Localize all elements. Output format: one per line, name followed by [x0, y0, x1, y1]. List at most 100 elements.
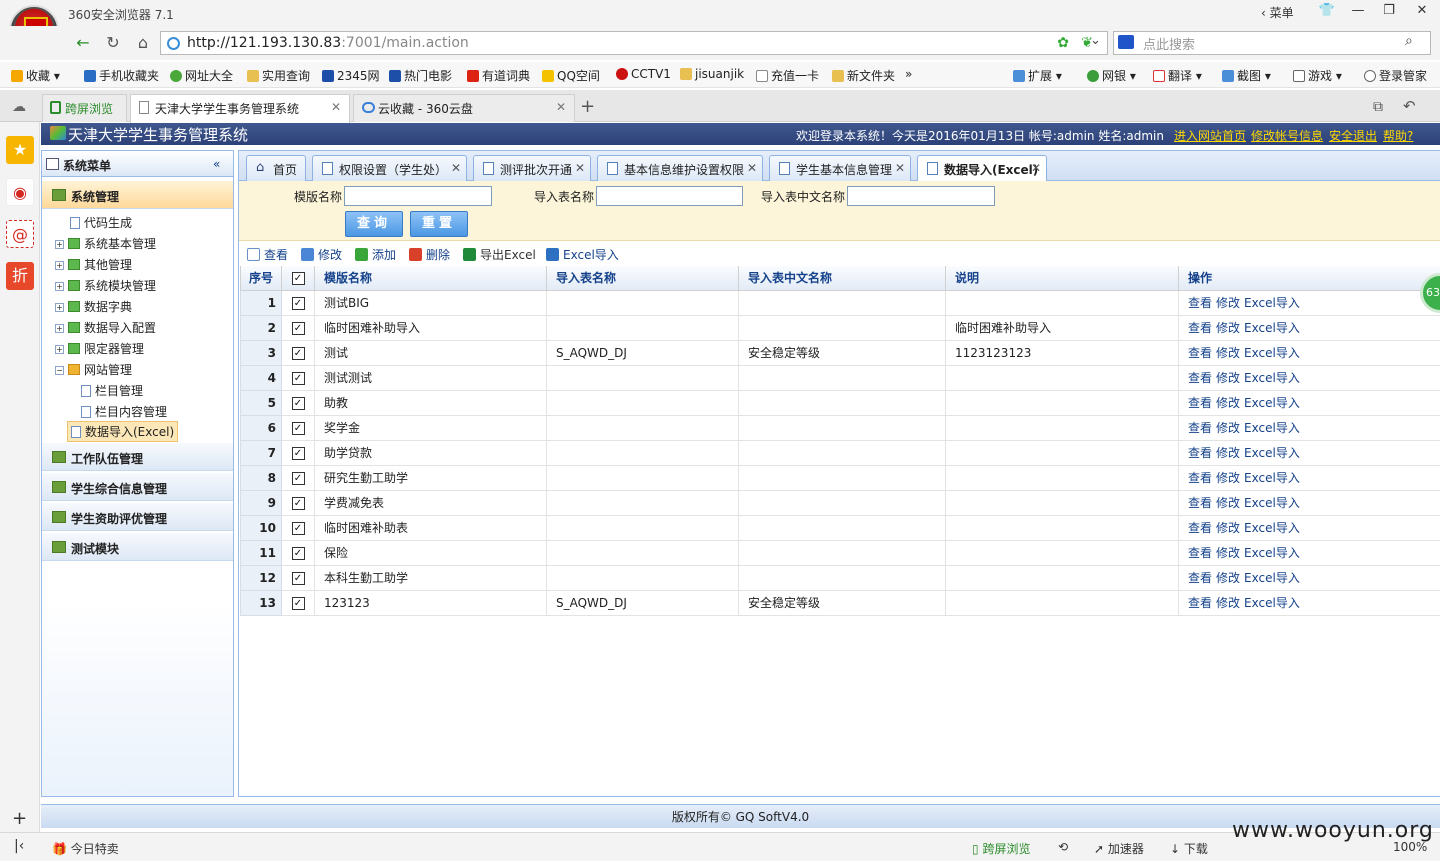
close-tab-icon[interactable]: ✕	[331, 100, 341, 114]
row-import-link[interactable]: Excel导入	[1244, 296, 1300, 310]
row-select-cell[interactable]: ✓	[281, 389, 315, 416]
tree-item-column-content[interactable]: 栏目内容管理	[81, 403, 167, 420]
row-select-cell[interactable]: ✓	[281, 589, 315, 616]
edit-button[interactable]: 修改	[301, 246, 342, 263]
cloud-icon[interactable]: ☁	[12, 99, 26, 115]
row-view-link[interactable]: 查看	[1188, 571, 1212, 585]
discount-icon[interactable]: 折	[6, 262, 34, 290]
ext-translate[interactable]: 翻译 ▾	[1153, 67, 1202, 84]
search-icon[interactable]: ⌕	[1405, 33, 1413, 49]
row-select-cell[interactable]: ✓	[281, 289, 315, 316]
row-import-link[interactable]: Excel导入	[1244, 471, 1300, 485]
row-edit-link[interactable]: 修改	[1216, 396, 1240, 410]
close-tab-icon[interactable]: ✕	[747, 161, 757, 175]
export-excel-button[interactable]: 导出Excel	[463, 246, 536, 263]
fav-query[interactable]: 实用查询	[247, 67, 310, 84]
tab-list-icon[interactable]: ⧉	[1373, 99, 1383, 115]
fav-qzone[interactable]: QQ空间	[542, 67, 600, 84]
table-row[interactable]: 3 ✓ 测试 S_AQWD_DJ 安全稳定等级 1123123123 查看 修改 Excel导入	[240, 339, 1440, 366]
row-checkbox[interactable]: ✓	[291, 572, 305, 585]
col-table-cn-name[interactable]: 导入表中文名称	[738, 266, 946, 291]
ext-bank[interactable]: 网银 ▾	[1087, 67, 1136, 84]
today-deals[interactable]: 🎁 今日特卖	[52, 840, 119, 857]
fav-collect[interactable]: 收藏 ▾	[11, 67, 60, 84]
collapse-icon[interactable]: −	[55, 366, 64, 375]
close-tab-icon[interactable]: ✕	[575, 161, 585, 175]
section-system-management[interactable]: 系统管理	[42, 181, 233, 209]
row-select-cell[interactable]: ✓	[281, 564, 315, 591]
fav-mobile[interactable]: 手机收藏夹	[84, 67, 159, 84]
compat-mode-icon[interactable]: ✿	[1057, 32, 1069, 54]
row-import-link[interactable]: Excel导入	[1244, 521, 1300, 535]
tree-item-basic[interactable]: + 系统基本管理	[55, 235, 156, 252]
fav-youdao[interactable]: 有道词典	[467, 67, 530, 84]
import-excel-button[interactable]: Excel导入	[546, 246, 619, 263]
row-edit-link[interactable]: 修改	[1216, 571, 1240, 585]
row-checkbox[interactable]: ✓	[291, 597, 305, 610]
row-edit-link[interactable]: 修改	[1216, 296, 1240, 310]
row-select-cell[interactable]: ✓	[281, 464, 315, 491]
expand-icon[interactable]: +	[55, 324, 64, 333]
expand-icon[interactable]: +	[55, 282, 64, 291]
table-row[interactable]: 2 ✓ 临时困难补助导入 临时困难补助导入 查看 修改 Excel导入	[240, 314, 1440, 341]
maximize-icon[interactable]: ❐	[1372, 0, 1406, 22]
row-view-link[interactable]: 查看	[1188, 321, 1212, 335]
tree-item-excel-import[interactable]: 数据导入(Excel)	[67, 421, 179, 442]
row-edit-link[interactable]: 修改	[1216, 596, 1240, 610]
row-edit-link[interactable]: 修改	[1216, 421, 1240, 435]
fav-folder-jisuanjik[interactable]: jisuanjik	[680, 67, 744, 81]
row-edit-link[interactable]: 修改	[1216, 346, 1240, 360]
table-row[interactable]: 4 ✓ 测试测试 查看 修改 Excel导入	[240, 364, 1440, 391]
ctab-evaluation-batch[interactable]: 测评批次开通 ✕	[473, 155, 591, 181]
row-checkbox[interactable]: ✓	[291, 522, 305, 535]
row-view-link[interactable]: 查看	[1188, 346, 1212, 360]
row-checkbox[interactable]: ✓	[291, 472, 305, 485]
delete-button[interactable]: 删除	[409, 246, 450, 263]
section-test-module[interactable]: 测试模块	[42, 533, 233, 561]
row-edit-link[interactable]: 修改	[1216, 371, 1240, 385]
row-import-link[interactable]: Excel导入	[1244, 371, 1300, 385]
status-refresh-icon[interactable]: ⟲	[1058, 840, 1068, 854]
table-row[interactable]: 8 ✓ 研究生勤工助学 查看 修改 Excel导入	[240, 464, 1440, 491]
table-name-input[interactable]	[596, 186, 743, 206]
expand-icon[interactable]: +	[55, 261, 64, 270]
table-row[interactable]: 6 ✓ 奖学金 查看 修改 Excel导入	[240, 414, 1440, 441]
row-edit-link[interactable]: 修改	[1216, 521, 1240, 535]
row-checkbox[interactable]: ✓	[291, 297, 305, 310]
row-view-link[interactable]: 查看	[1188, 521, 1212, 535]
row-view-link[interactable]: 查看	[1188, 396, 1212, 410]
ctab-basic-info-permissions[interactable]: 基本信息维护设置权限 ✕	[597, 155, 763, 181]
row-select-cell[interactable]: ✓	[281, 514, 315, 541]
row-select-cell[interactable]: ✓	[281, 339, 315, 366]
table-row[interactable]: 7 ✓ 助学贷款 查看 修改 Excel导入	[240, 439, 1440, 466]
logout-link[interactable]: 安全退出	[1329, 127, 1377, 144]
mail-icon[interactable]: @	[6, 220, 34, 248]
tree-item-modules[interactable]: + 系统模块管理	[55, 277, 156, 294]
browser-menu-button[interactable]: ‹ 菜单	[1261, 4, 1294, 21]
tab-cloud-drive[interactable]: 云收藏 - 360云盘 ✕	[353, 94, 575, 122]
skin-icon[interactable]: 👕	[1310, 0, 1344, 22]
undo-close-icon[interactable]: ↶	[1403, 97, 1416, 115]
template-name-input[interactable]	[344, 186, 492, 206]
row-checkbox[interactable]: ✓	[291, 322, 305, 335]
tab-cross-screen[interactable]: 跨屏浏览	[42, 94, 127, 122]
tree-item-code-gen[interactable]: 代码生成	[70, 214, 132, 231]
row-select-cell[interactable]: ✓	[281, 414, 315, 441]
row-import-link[interactable]: Excel导入	[1244, 596, 1300, 610]
select-all-checkbox[interactable]: ✓	[291, 272, 305, 286]
expand-icon[interactable]: +	[55, 303, 64, 312]
minimize-icon[interactable]: —	[1341, 0, 1375, 22]
row-view-link[interactable]: 查看	[1188, 496, 1212, 510]
expand-icon[interactable]: +	[55, 240, 64, 249]
row-import-link[interactable]: Excel导入	[1244, 396, 1300, 410]
row-edit-link[interactable]: 修改	[1216, 446, 1240, 460]
row-select-cell[interactable]: ✓	[281, 439, 315, 466]
col-index[interactable]: 序号	[240, 266, 282, 291]
row-edit-link[interactable]: 修改	[1216, 496, 1240, 510]
home-icon[interactable]: ⌂	[132, 32, 154, 54]
collapse-menu-icon[interactable]: «	[213, 157, 220, 171]
ext-games[interactable]: 游戏 ▾	[1293, 67, 1342, 84]
row-view-link[interactable]: 查看	[1188, 296, 1212, 310]
row-checkbox[interactable]: ✓	[291, 372, 305, 385]
close-window-icon[interactable]: ✕	[1405, 0, 1439, 22]
